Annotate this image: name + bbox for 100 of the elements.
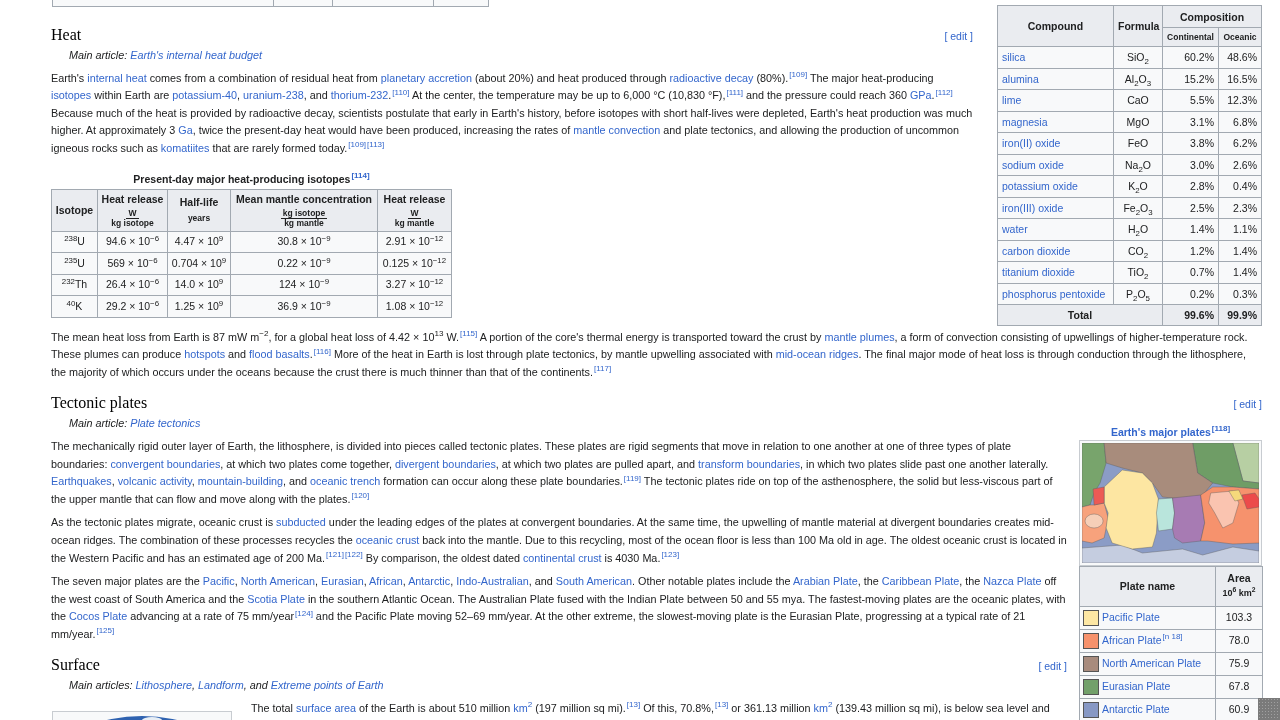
text-link[interactable]: hotspots xyxy=(184,348,226,361)
citation-link[interactable]: [125] xyxy=(96,626,115,636)
table-cell: 94.6 × 10$^{−6}$ xyxy=(97,231,168,253)
text-link[interactable]: Pacific xyxy=(202,575,235,588)
text-link[interactable]: volcanic activity xyxy=(117,475,192,488)
text-link[interactable]: internal heat xyxy=(87,71,147,84)
article-link[interactable]: Extreme points of Earth xyxy=(270,679,384,692)
citation-link[interactable]: [111] xyxy=(726,87,744,97)
citation-link[interactable]: [123] xyxy=(661,549,680,559)
plate-link[interactable]: Eurasian Plate xyxy=(1102,679,1171,692)
table-cell: 36.9 × 10$^{−9}$ xyxy=(230,295,378,318)
citation-link[interactable]: [115] xyxy=(460,328,478,338)
compound-link[interactable]: carbon dioxide xyxy=(1002,244,1071,257)
text-link[interactable]: mantle convection xyxy=(573,124,661,137)
text-link[interactable]: subducted xyxy=(276,516,326,529)
citation-link[interactable]: [13] xyxy=(626,700,641,710)
text-link[interactable]: isotopes xyxy=(51,89,92,102)
hatnote-text: Main article: Earth's internal heat budget xyxy=(68,48,262,63)
text-link[interactable]: Earthquakes xyxy=(51,475,112,488)
compound-link[interactable]: titanium dioxide xyxy=(1002,266,1075,279)
citation-link[interactable]: [118] xyxy=(1211,424,1231,434)
compound-link[interactable]: lime xyxy=(1002,94,1022,107)
citation-link[interactable]: [116] xyxy=(313,346,331,356)
text-link[interactable]: Arabian Plate xyxy=(792,575,858,588)
citation-link[interactable]: [117] xyxy=(593,364,612,374)
plate-link[interactable]: Antarctic Plate xyxy=(1102,702,1170,715)
text-link[interactable]: surface area xyxy=(296,702,357,715)
header-label: Half-life xyxy=(178,195,220,209)
plate-link[interactable]: African Plate xyxy=(1102,633,1162,646)
edit-link[interactable]: [ edit ] xyxy=(944,26,973,46)
text-link[interactable]: South American xyxy=(555,575,632,588)
compound-link[interactable]: potassium oxide xyxy=(1002,180,1078,193)
citation-link[interactable]: [109] xyxy=(789,70,808,79)
table-cell: 14.0 × 10$^{9}$ xyxy=(167,274,231,296)
edit-link[interactable]: [ edit ] xyxy=(1038,656,1067,677)
table-cell: 30.8 × 10$^{−9}$ xyxy=(230,231,378,253)
text-link[interactable]: uranium-238 xyxy=(243,89,304,102)
citation-link[interactable]: [119] xyxy=(623,473,641,483)
text-link[interactable]: Scotia Plate xyxy=(247,592,305,605)
text-link[interactable]: oceanic trench xyxy=(310,475,381,488)
caption-link[interactable]: Earth's major plates xyxy=(1110,425,1211,438)
table-cell: 6.2% xyxy=(1218,132,1262,154)
text-link[interactable]: Cocos Plate xyxy=(69,610,128,623)
hatnote-text: Main articles: Lithosphere, Landform, and Extreme points of Earth xyxy=(68,678,384,694)
table-cell: 4.47 × 10$^{9}$ xyxy=(167,231,231,253)
text-link[interactable]: mantle plumes xyxy=(824,330,895,343)
citation-link[interactable]: [122] xyxy=(344,549,363,559)
text-link[interactable]: radioactive decay xyxy=(669,71,754,84)
paragraph-text: The total surface area of the Earth is about 510 million km$^{2}$ (197 million sq mi).$^{[13]}$ Of this, 70.8%,$^{[13]}$ or 361.13 million km$^{2}$ (139.43 million sq mi), is below sea level and xyxy=(251,700,1051,717)
text-link[interactable]: oceanic crust xyxy=(355,533,420,546)
citation-link[interactable]: [13] xyxy=(714,700,729,710)
text-link[interactable]: komatiites xyxy=(160,141,210,154)
section-heading: Heat xyxy=(51,25,82,45)
text-link[interactable]: km$^{2}$ xyxy=(813,702,833,715)
table-cell: H$_{2}$O xyxy=(1113,218,1163,240)
citation-link[interactable]: [110] xyxy=(392,87,410,97)
text-link[interactable]: African xyxy=(369,575,403,588)
compound-link[interactable]: alumina xyxy=(1002,72,1039,85)
article-link[interactable]: Landform xyxy=(198,679,244,692)
text-link[interactable]: km$^{2}$ xyxy=(513,702,533,715)
citation-link[interactable]: [109] xyxy=(348,140,367,150)
text-link[interactable]: Indo-Australian xyxy=(456,575,529,588)
compound-link[interactable]: water xyxy=(1002,223,1028,236)
citation-link[interactable]: [113] xyxy=(367,140,385,150)
citation-link[interactable]: [124] xyxy=(295,608,313,618)
text-link[interactable]: divergent boundaries xyxy=(394,457,496,470)
paragraph-text: The mechanically rigid outer layer of Earth, the lithosphere, is divided into pieces called tectonic plates. These plates are rigid segments that move in relation to one another at one of three types of plate boundaries: convergent boundaries, at which two plates come together, divergent boundaries, at which two plates are pulled apart, and transform boundaries, in which two plates slide past one another laterally. Earthquakes, volcanic activity, mountain-building, and oceanic trench formation can occur along these plate boundaries.$^{[119]}$ The tectonic plates ride on top of the asthenosphere, the solid but less-viscous part of the upper mantle that can flow and move along with the plates.$^{[120]}$ xyxy=(51,438,1054,507)
table-cell: 5.5% xyxy=(1162,89,1219,111)
compound-link[interactable]: sodium oxide xyxy=(1002,158,1064,171)
text-link[interactable]: GPa xyxy=(909,89,932,102)
compound-link[interactable]: phosphorus pentoxide xyxy=(1002,287,1106,300)
compound-link[interactable]: silica xyxy=(1002,51,1026,64)
plate-link[interactable]: North American Plate xyxy=(1102,656,1202,669)
citation-link[interactable]: [114] xyxy=(351,171,370,181)
compound-link[interactable]: magnesia xyxy=(1002,115,1048,128)
plate-link[interactable]: Pacific Plate xyxy=(1102,610,1160,623)
article-link[interactable]: Plate tectonics xyxy=(130,417,201,430)
citation-link[interactable]: [120] xyxy=(351,491,370,501)
text-link[interactable]: flood basalts xyxy=(249,348,310,361)
column-header: Formula xyxy=(1113,5,1163,47)
table-cell: 1.4% xyxy=(1162,218,1219,240)
table-cell: 0.125 × 10$^{−12}$ xyxy=(377,252,452,275)
edit-link[interactable]: [ edit ] xyxy=(1233,394,1262,415)
table-cell: $^{40}$K xyxy=(51,295,98,318)
text-link[interactable]: planetary accretion xyxy=(380,71,472,84)
text-link[interactable]: Eurasian xyxy=(321,575,364,588)
header-label: Isotope xyxy=(54,203,95,217)
text-link[interactable]: Nazca Plate xyxy=(983,575,1042,588)
text-link[interactable]: continental crust xyxy=(522,551,602,564)
text-link[interactable]: Ga xyxy=(178,124,193,137)
table-cell: K$_{2}$O xyxy=(1113,175,1163,197)
table-cell: 2.91 × 10$^{−12}$ xyxy=(377,231,452,253)
table-cell: 15.2% xyxy=(1162,68,1219,90)
citation-link[interactable]: [112] xyxy=(935,87,953,97)
square-icon xyxy=(1258,698,1280,720)
citation-link[interactable]: [n 18] xyxy=(1162,632,1183,642)
compound-link[interactable]: iron(III) oxide xyxy=(1002,201,1064,214)
citation-link[interactable]: [121] xyxy=(326,549,344,559)
article-link[interactable]: Earth's internal heat budget xyxy=(130,49,262,61)
compound-link[interactable]: iron(II) oxide xyxy=(1002,137,1061,150)
